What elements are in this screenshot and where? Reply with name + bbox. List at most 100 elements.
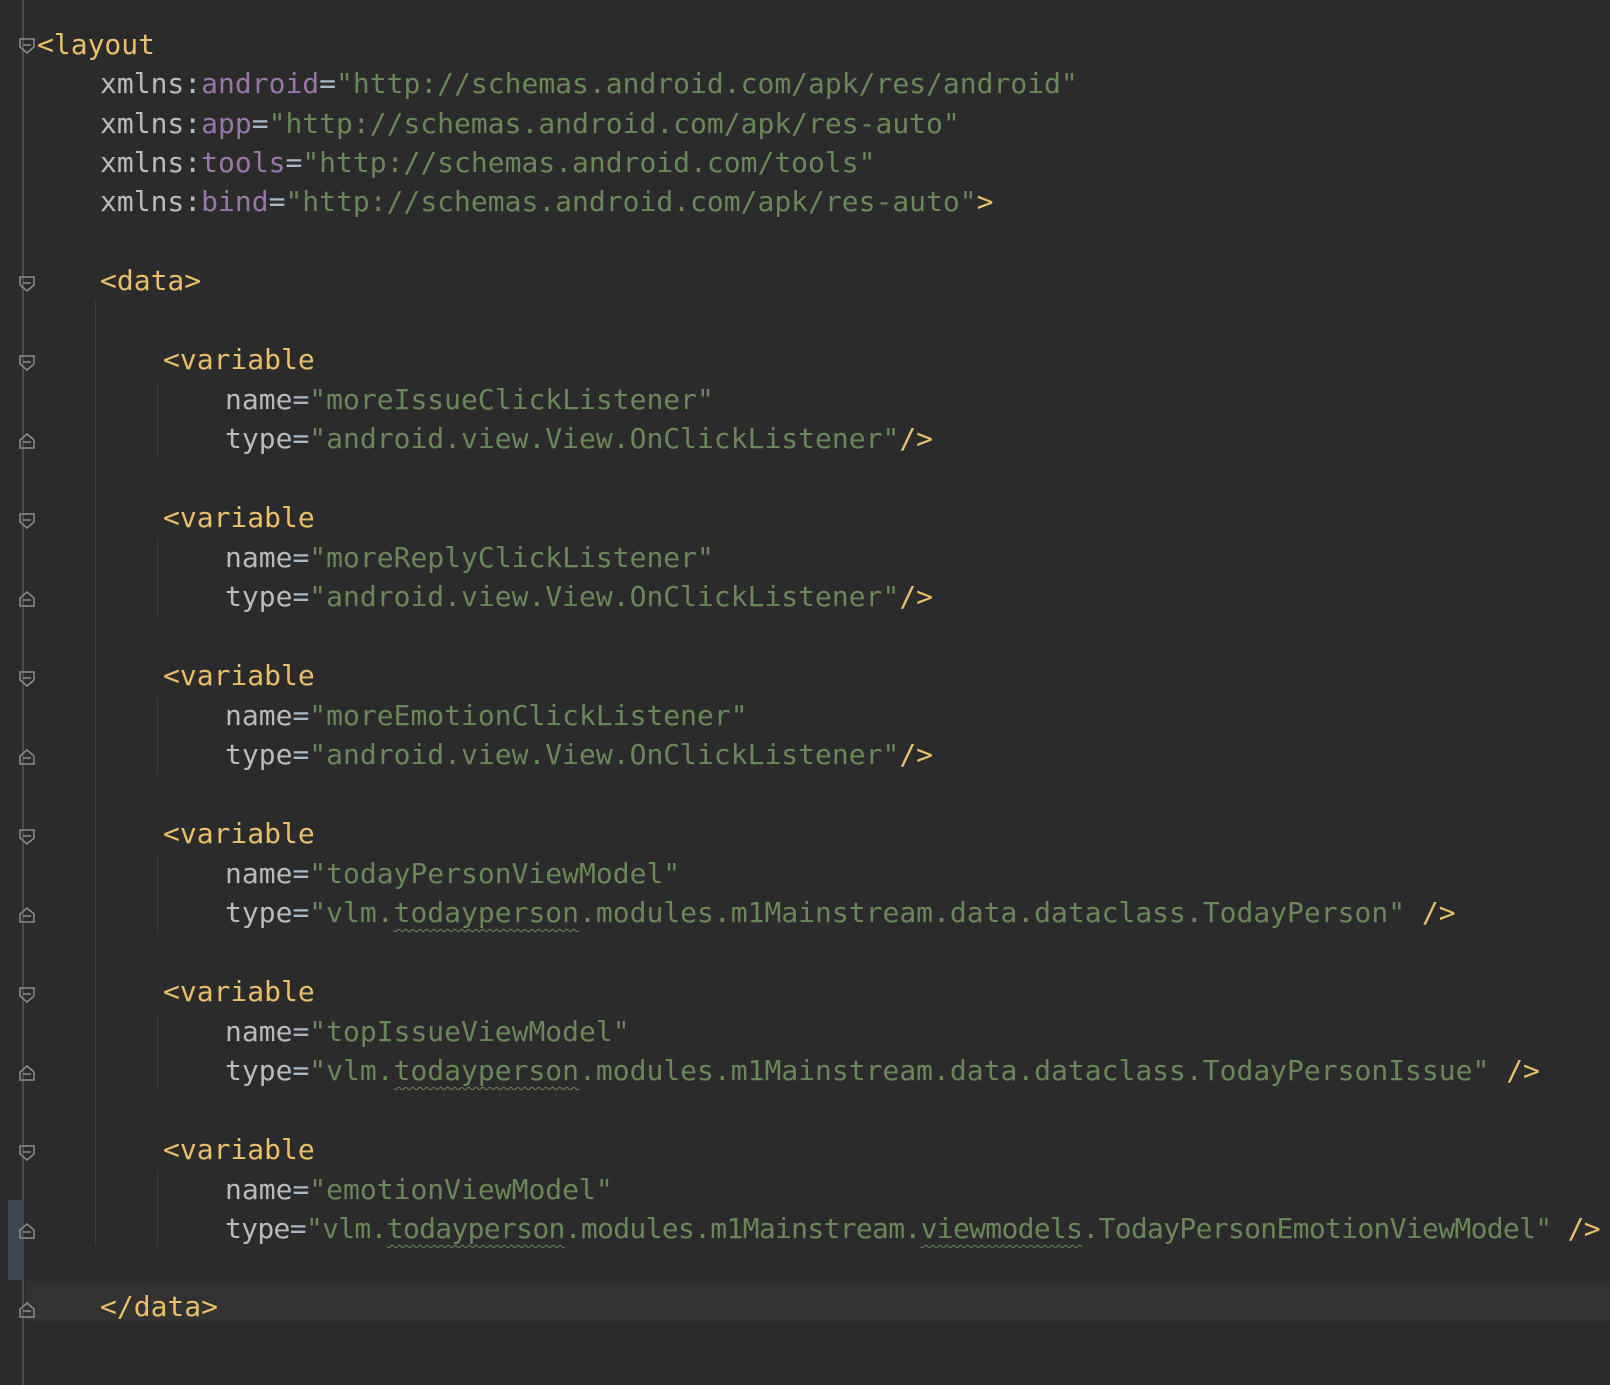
layout-open-tag: <layout xyxy=(37,28,156,61)
xmlns-name: tools xyxy=(201,146,286,179)
spelling-warning[interactable]: todayperson xyxy=(394,1054,579,1087)
type-value: "vlm. xyxy=(309,1054,394,1087)
code-line[interactable]: xmlns:android="http://schemas.android.co… xyxy=(100,64,1078,104)
fold-open-icon[interactable] xyxy=(19,276,35,292)
spelling-warning[interactable]: todayperson xyxy=(394,896,579,929)
code-line[interactable]: <variable xyxy=(163,1130,315,1170)
code-line[interactable]: name="emotionViewModel" xyxy=(225,1170,613,1210)
code-line[interactable]: <data> xyxy=(100,261,201,301)
code-line[interactable]: <variable xyxy=(163,498,315,538)
tag-close: /> xyxy=(1551,1212,1601,1245)
type-attribute: type xyxy=(225,1054,293,1087)
code-line[interactable]: type="android.view.View.OnClickListener"… xyxy=(225,577,933,617)
type-value: "vlm. xyxy=(309,896,394,929)
editor-gutter xyxy=(0,0,24,1385)
fold-open-icon[interactable] xyxy=(19,355,35,371)
code-line[interactable]: xmlns:tools="http://schemas.android.com/… xyxy=(100,143,875,183)
xmlns-name: bind xyxy=(201,185,269,218)
xmlns-prefix: xmlns: xyxy=(100,185,202,218)
type-value: .modules.m1Mainstream.data.dataclass.Tod… xyxy=(579,896,1406,929)
code-line[interactable]: type="android.view.View.OnClickListener"… xyxy=(225,735,933,775)
code-line[interactable]: name="moreIssueClickListener" xyxy=(225,380,714,420)
fold-close-icon[interactable] xyxy=(19,591,35,607)
current-line-highlight xyxy=(26,1281,1610,1321)
tag-end: > xyxy=(976,185,994,218)
code-line[interactable]: name="todayPersonViewModel" xyxy=(225,854,680,894)
xmlns-name: android xyxy=(201,67,320,100)
name-value: "moreEmotionClickListener" xyxy=(309,699,748,732)
type-value: "vlm. xyxy=(305,1212,388,1245)
fold-open-icon[interactable] xyxy=(19,38,35,54)
type-attribute: type xyxy=(225,422,293,455)
indent-guide xyxy=(157,698,158,774)
xmlns-prefix: xmlns: xyxy=(100,107,202,140)
name-attribute: name xyxy=(225,1173,293,1206)
fold-close-icon[interactable] xyxy=(19,1065,35,1081)
fold-open-icon[interactable] xyxy=(19,671,35,687)
code-line[interactable]: </data> xyxy=(100,1287,218,1327)
fold-close-icon[interactable] xyxy=(19,1302,35,1318)
type-attribute: type xyxy=(225,1212,290,1245)
type-value: .TodayPersonEmotionViewModel" xyxy=(1082,1212,1552,1245)
type-value: .modules.m1Mainstream. xyxy=(564,1212,922,1245)
code-line[interactable]: type="vlm.todayperson.modules.m1Mainstre… xyxy=(225,1051,1540,1091)
tag-close: /> xyxy=(899,738,934,771)
code-line[interactable]: type="vlm.todayperson.modules.m1Mainstre… xyxy=(225,893,1456,933)
variable-open-tag: <variable xyxy=(163,975,315,1008)
type-attribute: type xyxy=(225,738,293,771)
code-line[interactable]: <variable xyxy=(163,972,315,1012)
name-value: "emotionViewModel" xyxy=(309,1173,613,1206)
xmlns-prefix: xmlns: xyxy=(100,67,202,100)
type-value: "android.view.View.OnClickListener" xyxy=(309,580,900,613)
xmlns-value: "http://schemas.android.com/apk/res-auto… xyxy=(285,185,977,218)
xmlns-prefix: xmlns: xyxy=(100,146,202,179)
tag-close: /> xyxy=(1489,1054,1540,1087)
fold-open-icon[interactable] xyxy=(19,1145,35,1161)
xmlns-value: "http://schemas.android.com/apk/res/andr… xyxy=(336,67,1078,100)
code-line[interactable]: name="topIssueViewModel" xyxy=(225,1012,630,1052)
xmlns-name: app xyxy=(201,107,252,140)
code-line[interactable]: type="android.view.View.OnClickListener"… xyxy=(225,419,933,459)
fold-close-icon[interactable] xyxy=(19,433,35,449)
fold-close-icon[interactable] xyxy=(19,907,35,923)
fold-open-icon[interactable] xyxy=(19,513,35,529)
fold-open-icon[interactable] xyxy=(19,829,35,845)
code-line[interactable]: name="moreReplyClickListener" xyxy=(225,538,714,578)
type-value: .modules.m1Mainstream.data.dataclass.Tod… xyxy=(579,1054,1490,1087)
data-close-tag: </data> xyxy=(100,1290,219,1323)
data-open-tag: <data> xyxy=(100,264,202,297)
code-editor[interactable]: <layout xmlns:android="http://schemas.an… xyxy=(0,0,1610,1385)
code-line[interactable]: xmlns:bind="http://schemas.android.com/a… xyxy=(100,182,993,222)
fold-open-icon[interactable] xyxy=(19,987,35,1003)
name-value: "moreReplyClickListener" xyxy=(309,541,714,574)
code-line[interactable]: <layout xyxy=(37,25,155,65)
name-attribute: name xyxy=(225,699,293,732)
name-attribute: name xyxy=(225,541,293,574)
indent-guide xyxy=(157,856,158,932)
spelling-warning[interactable]: viewmodels xyxy=(921,1212,1083,1245)
type-value: "android.view.View.OnClickListener" xyxy=(309,422,900,455)
name-value: "todayPersonViewModel" xyxy=(309,857,681,890)
indent-guide xyxy=(157,540,158,616)
code-line[interactable]: name="moreEmotionClickListener" xyxy=(225,696,748,736)
tag-close: /> xyxy=(899,422,934,455)
code-line[interactable]: <variable xyxy=(163,656,315,696)
code-line[interactable]: <variable xyxy=(163,340,315,380)
code-line[interactable]: type="vlm.todayperson.modules.m1Mainstre… xyxy=(225,1209,1601,1249)
type-attribute: type xyxy=(225,580,293,613)
code-line[interactable]: <variable xyxy=(163,814,315,854)
type-attribute: type xyxy=(225,896,293,929)
fold-close-icon[interactable] xyxy=(19,749,35,765)
code-line[interactable]: xmlns:app="http://schemas.android.com/ap… xyxy=(100,104,960,144)
fold-close-icon[interactable] xyxy=(19,1223,35,1239)
name-attribute: name xyxy=(225,383,293,416)
spelling-warning[interactable]: todayperson xyxy=(387,1212,566,1245)
name-attribute: name xyxy=(225,857,293,890)
variable-open-tag: <variable xyxy=(163,659,315,692)
name-value: "topIssueViewModel" xyxy=(309,1015,630,1048)
tag-close: /> xyxy=(1405,896,1456,929)
type-value: "android.view.View.OnClickListener" xyxy=(309,738,900,771)
variable-open-tag: <variable xyxy=(163,1133,315,1166)
change-marker xyxy=(8,1200,24,1280)
tag-close: /> xyxy=(899,580,934,613)
